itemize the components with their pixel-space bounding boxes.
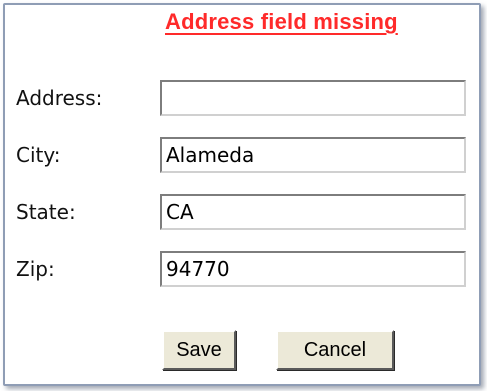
city-input[interactable] — [160, 137, 466, 173]
zip-label: Zip: — [16, 257, 55, 281]
cancel-button[interactable]: Cancel — [276, 330, 394, 370]
state-label: State: — [16, 200, 76, 224]
zip-input[interactable] — [160, 251, 466, 287]
city-label: City: — [16, 143, 61, 167]
state-input[interactable] — [160, 194, 466, 230]
save-button[interactable]: Save — [162, 330, 236, 370]
address-label: Address: — [16, 86, 103, 110]
error-message: Address field missing — [165, 9, 398, 34]
address-input[interactable] — [160, 80, 466, 116]
